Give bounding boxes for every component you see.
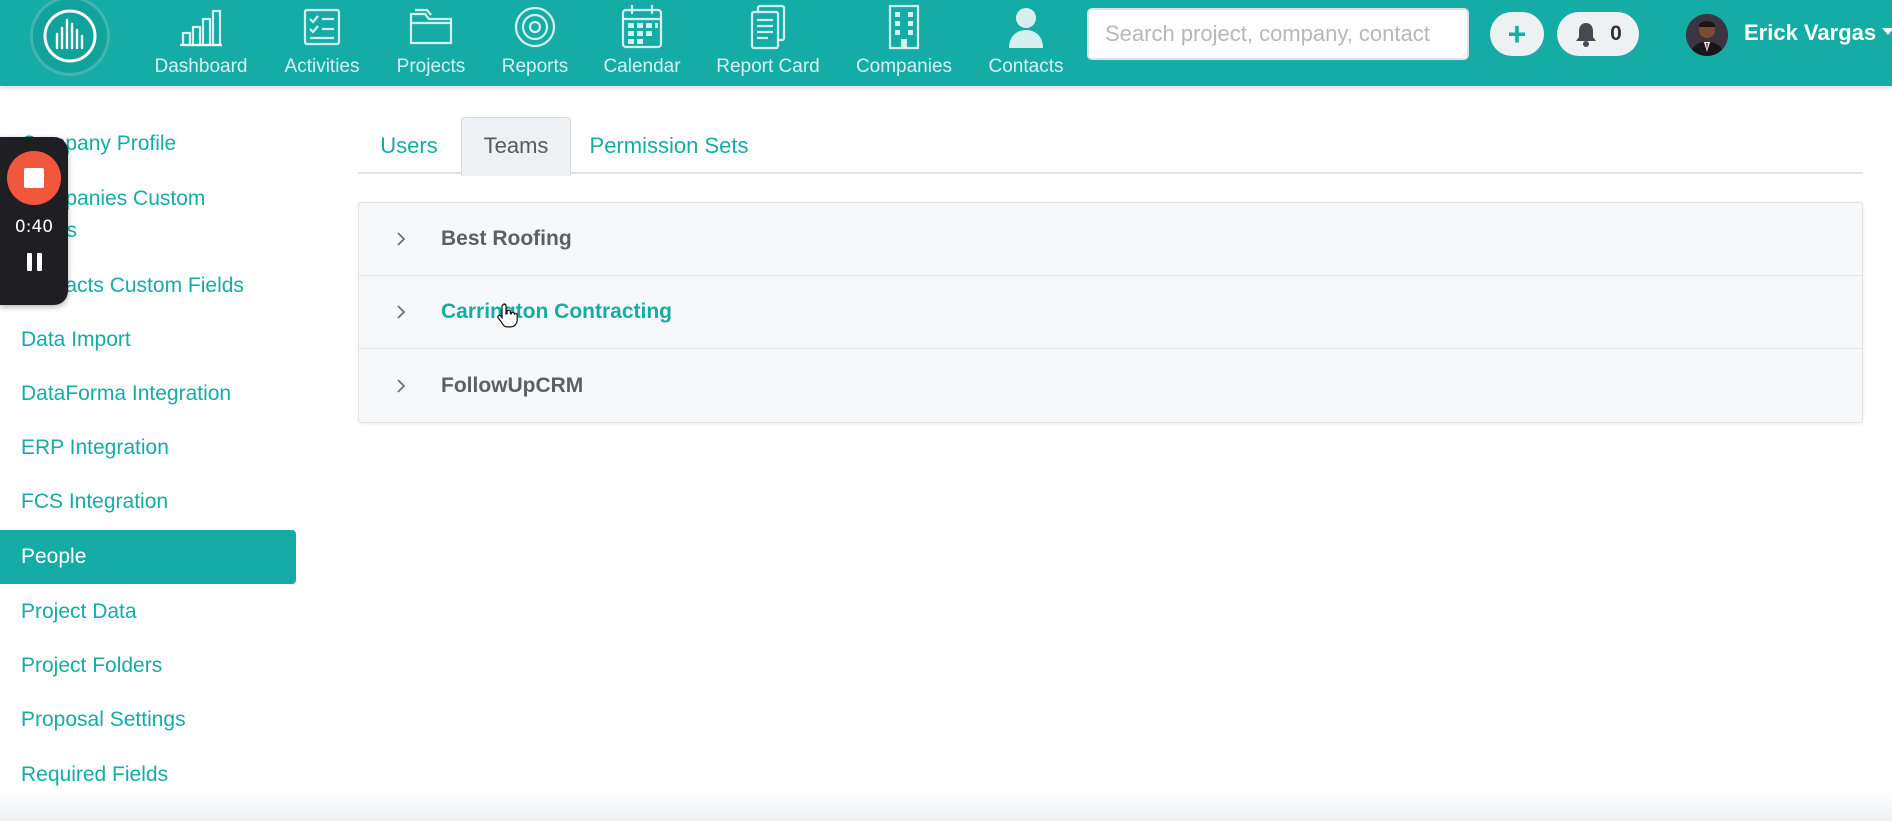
bar-chart-icon xyxy=(179,4,223,50)
nav-contacts-label: Contacts xyxy=(988,56,1064,77)
tab-users[interactable]: Users xyxy=(358,117,460,174)
sidebar-item-label: Project Folders xyxy=(21,654,163,677)
nav-dashboard-label: Dashboard xyxy=(154,56,248,77)
nav-report-card[interactable]: Report Card xyxy=(712,4,824,80)
nav-companies-label: Companies xyxy=(855,56,953,77)
app-logo[interactable] xyxy=(30,0,110,76)
team-name: Best Roofing xyxy=(441,227,572,250)
nav-activities-label: Activities xyxy=(284,56,360,77)
add-new-button[interactable]: + xyxy=(1490,12,1544,56)
plus-icon: + xyxy=(1507,15,1527,52)
checklist-icon xyxy=(302,4,342,50)
sidebar-item-project-data[interactable]: Project Data xyxy=(0,585,296,639)
nav-contacts[interactable]: Contacts xyxy=(980,4,1072,80)
tab-label: Users xyxy=(380,132,438,158)
team-name: Carrington Contracting xyxy=(441,300,672,323)
logo-icon xyxy=(43,9,97,63)
sidebar-item-label: ERP Integration xyxy=(21,436,169,459)
screen-recorder-widget: 0:40 xyxy=(0,137,68,305)
notifications-count: 0 xyxy=(1610,22,1622,45)
target-icon xyxy=(513,4,557,50)
global-search-input[interactable] xyxy=(1087,8,1469,60)
stop-recording-button[interactable] xyxy=(7,151,61,205)
sidebar-item-erp-integration[interactable]: ERP Integration xyxy=(0,421,296,475)
nav-projects-label: Projects xyxy=(396,56,466,77)
nav-companies[interactable]: Companies xyxy=(852,4,956,80)
nav-projects[interactable]: Projects xyxy=(390,4,472,80)
people-tabs: Users Teams Permission Sets xyxy=(358,117,1863,176)
tab-label: Teams xyxy=(483,133,549,158)
person-icon xyxy=(1007,4,1045,50)
team-name: FollowUpCRM xyxy=(441,373,584,397)
avatar[interactable] xyxy=(1686,14,1728,56)
sidebar-item-label: FCS Integration xyxy=(21,490,169,513)
chevron-right-icon xyxy=(391,304,411,320)
sidebar-item-project-folders[interactable]: Project Folders xyxy=(0,639,296,693)
nav-dashboard[interactable]: Dashboard xyxy=(148,4,254,80)
teams-accordion: Best Roofing Carrington Contracting Foll… xyxy=(358,202,1863,423)
pause-icon[interactable] xyxy=(26,253,42,271)
team-row[interactable]: FollowUpCRM xyxy=(359,349,1862,422)
nav-calendar[interactable]: Calendar xyxy=(598,4,686,80)
folder-icon xyxy=(408,4,454,50)
stop-icon xyxy=(24,168,44,188)
user-menu-name[interactable]: Erick Vargas xyxy=(1744,20,1876,46)
sidebar-item-dataforma-integration[interactable]: DataForma Integration xyxy=(0,367,296,421)
chevron-right-icon xyxy=(391,378,411,394)
sidebar-item-label: Project Data xyxy=(21,600,137,623)
tab-teams[interactable]: Teams xyxy=(461,117,571,176)
recording-timer: 0:40 xyxy=(14,217,54,237)
team-row[interactable]: Carrington Contracting xyxy=(359,276,1862,349)
nav-calendar-label: Calendar xyxy=(603,56,681,77)
calendar-icon xyxy=(620,4,664,50)
sidebar-item-label: Required Fields xyxy=(21,763,169,786)
nav-reports-label: Reports xyxy=(501,56,569,77)
building-icon xyxy=(886,4,922,50)
sidebar-item-proposal-settings[interactable]: Proposal Settings xyxy=(0,693,296,747)
sidebar-item-label: Proposal Settings xyxy=(21,708,186,731)
chevron-down-icon[interactable] xyxy=(1882,28,1892,35)
team-row[interactable]: Best Roofing xyxy=(359,203,1862,276)
top-navigation-bar: Dashboard Activities Projects Reports Ca… xyxy=(0,0,1892,86)
chevron-right-icon xyxy=(391,231,411,247)
document-icon xyxy=(748,4,788,50)
nav-reports[interactable]: Reports xyxy=(496,4,574,80)
notifications-button[interactable]: 0 xyxy=(1557,12,1639,56)
sidebar-item-label: Data Import xyxy=(21,328,131,351)
sidebar-item-label: DataForma Integration xyxy=(21,382,232,405)
nav-activities[interactable]: Activities xyxy=(278,4,366,80)
sidebar-item-people[interactable]: People xyxy=(0,530,296,584)
sidebar-item-data-import[interactable]: Data Import xyxy=(0,313,296,367)
bell-icon xyxy=(1576,23,1597,47)
sidebar-item-fcs-integration[interactable]: FCS Integration xyxy=(0,475,296,529)
tab-label: Permission Sets xyxy=(589,132,749,158)
tab-permission-sets[interactable]: Permission Sets xyxy=(574,117,764,174)
bottom-shadow xyxy=(0,790,1892,821)
hand-cursor-icon xyxy=(497,302,519,333)
user-photo-icon xyxy=(1686,14,1728,56)
sidebar-item-label: People xyxy=(21,545,87,568)
nav-report-card-label: Report Card xyxy=(716,56,820,77)
